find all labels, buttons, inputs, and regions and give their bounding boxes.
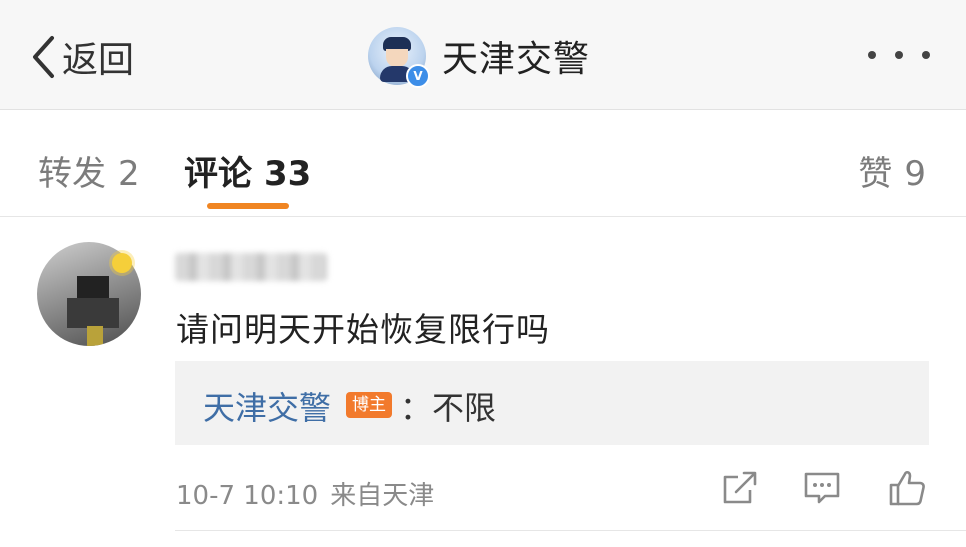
comment-source: 来自天津: [330, 481, 435, 511]
account-avatar: V: [368, 27, 430, 88]
comment-icon: [804, 472, 840, 504]
commenter-name-redacted[interactable]: [175, 253, 327, 281]
reply-comment-button[interactable]: [802, 468, 842, 508]
tab-comments[interactable]: 评论 33: [184, 146, 311, 195]
verified-badge-icon: V: [406, 64, 430, 88]
author-badge: 博主: [346, 392, 392, 418]
top-navbar: 返回 V 天津交警: [0, 0, 966, 110]
comment-text: 请问明天开始恢复限行吗: [176, 310, 550, 349]
back-button[interactable]: 返回: [30, 30, 134, 84]
tab-comments-label: 评论: [184, 154, 252, 194]
page-title: 天津交警: [442, 39, 591, 80]
tab-comments-count: 33: [264, 154, 312, 194]
account-title[interactable]: V 天津交警: [368, 26, 591, 88]
more-options-button[interactable]: [868, 40, 930, 70]
more-dot-icon: [868, 51, 876, 59]
tab-likes[interactable]: 赞9: [858, 146, 926, 195]
share-icon: [723, 471, 757, 504]
comment-meta: 10-7 10:10 来自天津: [176, 475, 434, 512]
tab-reposts[interactable]: 转发 2: [38, 146, 140, 195]
tab-reposts-label: 转发: [38, 154, 106, 194]
more-dot-icon: [922, 51, 930, 59]
back-label: 返回: [62, 40, 135, 81]
reply-text: ：不限: [400, 389, 497, 427]
share-button[interactable]: [720, 468, 760, 508]
author-reply[interactable]: 天津交警 博主 ：不限: [175, 361, 929, 445]
comment-divider: [175, 530, 966, 531]
tab-likes-label: 赞: [858, 154, 893, 194]
comment-time: 10-7 10:10: [176, 481, 319, 511]
sun-badge-icon: [112, 253, 132, 273]
like-button[interactable]: [887, 468, 927, 508]
reply-author-link[interactable]: 天津交警: [203, 383, 331, 429]
comment-item: 请问明天开始恢复限行吗 天津交警 博主 ：不限 10-7 10:10 来自天津: [0, 217, 966, 547]
tab-reposts-count: 2: [118, 154, 140, 194]
tab-likes-count: 9: [904, 154, 926, 194]
tab-bar: 转发 2 评论 33 赞9: [0, 110, 966, 217]
thumbs-up-icon: [889, 470, 925, 506]
more-dot-icon: [895, 51, 903, 59]
active-tab-indicator: [207, 203, 289, 209]
chevron-left-icon: [33, 36, 54, 78]
